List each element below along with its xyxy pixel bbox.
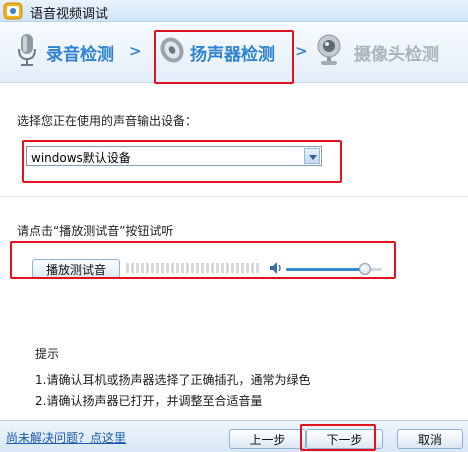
prev-step-button[interactable]: 上一步 (229, 429, 306, 449)
section-divider (0, 196, 468, 197)
speaker-step-icon (160, 37, 184, 63)
level-meter-segment (141, 263, 144, 273)
level-meter-segment (171, 263, 174, 273)
tip-item: 1.请确认耳机或扬声器选择了正确插孔，通常为绿色 (35, 373, 311, 387)
output-device-value: windows默认设备 (31, 151, 131, 165)
level-meter-segment (206, 263, 209, 273)
footer-bar: 尚未解决问题？点这里 上一步 下一步 取消 (0, 420, 468, 452)
microphone-icon (18, 34, 36, 66)
step-speaker-label: 扬声器检测 (190, 45, 275, 65)
webcam-icon (317, 34, 341, 65)
title-bar: 语音视频调试 (0, 0, 468, 22)
playback-prompt: 请点击“播放测试音”按钮试听 (17, 224, 174, 238)
level-meter-segment (161, 263, 164, 273)
level-meter-segment (131, 263, 134, 273)
window-title: 语音视频调试 (30, 7, 109, 22)
step-record-label: 录音检测 (46, 45, 114, 65)
level-meter-segment (136, 263, 139, 273)
tip-item: 2.请确认扬声器已打开，并调整至合适音量 (35, 394, 263, 408)
level-meter-segment (256, 263, 259, 273)
next-step-label: 下一步 (326, 432, 363, 447)
level-meter-segment (246, 263, 249, 273)
volume-slider-fill (286, 268, 365, 271)
next-step-button[interactable]: 下一步 (306, 429, 383, 449)
volume-icon (270, 262, 281, 274)
output-device-prompt: 选择您正在使用的声音输出设备： (17, 114, 198, 128)
level-meter-segment (186, 263, 189, 273)
cancel-button[interactable]: 取消 (397, 429, 463, 449)
level-meter-segment (166, 263, 169, 273)
step-speaker-arrow: > (295, 42, 308, 60)
level-meter-segment (156, 263, 159, 273)
step-speaker: 扬声器检测 > (150, 23, 310, 83)
app-logo-icon (3, 2, 23, 20)
step-camera-label: 摄像头检测 (354, 45, 439, 65)
level-meter-segment (201, 263, 204, 273)
tips-title: 提示 (35, 347, 60, 361)
level-meter-segment (241, 263, 244, 273)
level-meter-segment (236, 263, 239, 273)
step-record-arrow: > (129, 42, 142, 60)
play-test-sound-button[interactable]: 播放测试音 (32, 259, 120, 279)
level-meter-segment (231, 263, 234, 273)
level-meter-segment (176, 263, 179, 273)
step-camera: 摄像头检测 (312, 23, 462, 83)
level-meter-segment (196, 263, 199, 273)
level-meter-segment (151, 263, 154, 273)
steps-bar: 录音检测 > 扬声器检测 > 摄像头检测 (0, 23, 468, 83)
output-level-meter (126, 262, 262, 274)
chevron-down-icon[interactable] (304, 148, 320, 164)
level-meter-segment (211, 263, 214, 273)
level-meter-segment (221, 263, 224, 273)
volume-slider-thumb[interactable] (358, 263, 371, 275)
level-meter-segment (251, 263, 254, 273)
level-meter-segment (216, 263, 219, 273)
prev-step-label: 上一步 (249, 432, 286, 447)
volume-slider[interactable] (286, 261, 386, 277)
output-device-select[interactable]: windows默认设备 (26, 146, 322, 166)
level-meter-segment (181, 263, 184, 273)
help-link[interactable]: 尚未解决问题？点这里 (6, 429, 126, 446)
level-meter-segment (226, 263, 229, 273)
play-test-sound-label: 播放测试音 (45, 262, 106, 277)
level-meter-segment (126, 263, 129, 273)
level-meter-segment (191, 263, 194, 273)
level-meter-segment (146, 263, 149, 273)
cancel-label: 取消 (417, 432, 442, 447)
step-record: 录音检测 > (8, 23, 148, 83)
